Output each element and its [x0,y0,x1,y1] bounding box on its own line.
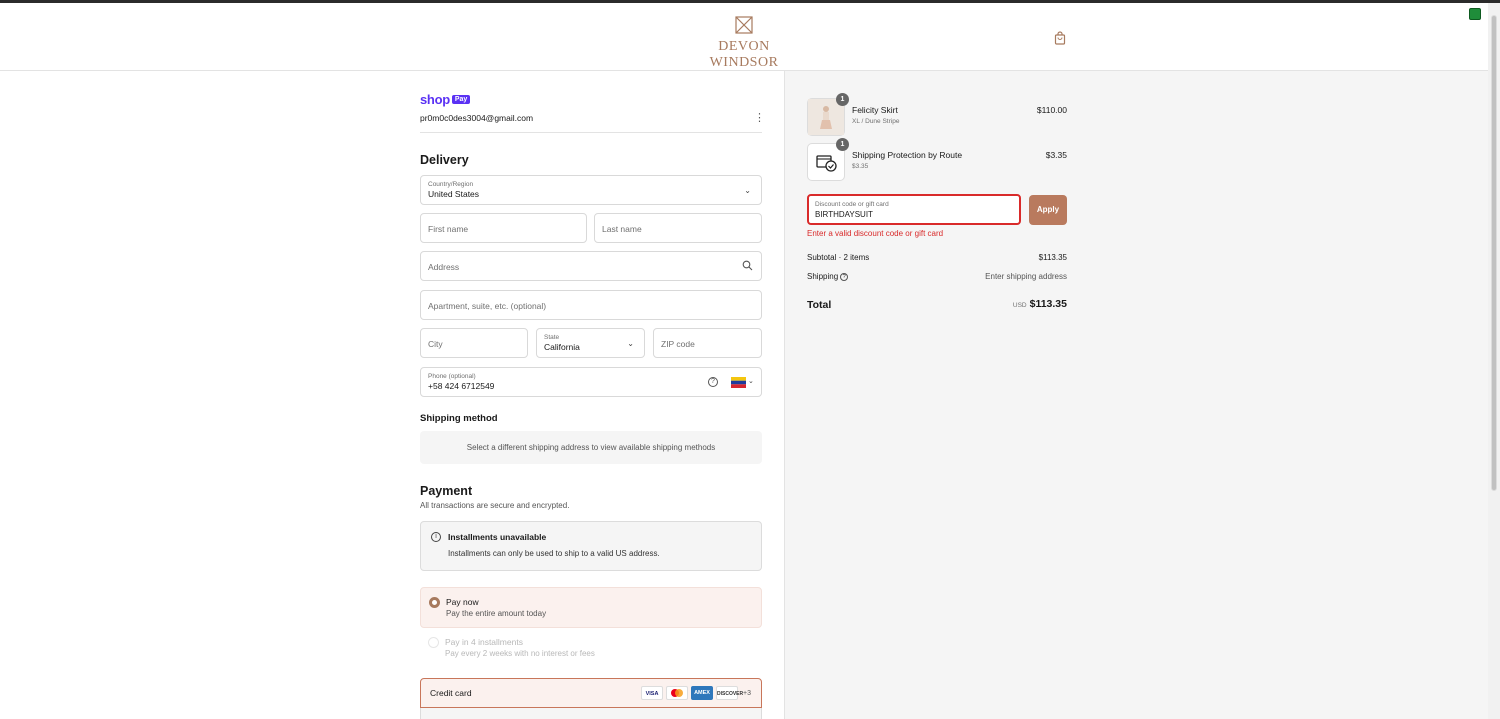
scrollbar-thumb[interactable] [1491,15,1497,491]
line-item: 1 Felicity Skirt XL / Dune Stripe $110.0… [807,93,1067,136]
last-name-placeholder: Last name [602,224,642,234]
phone-value: +58 424 6712549 [428,381,495,391]
help-icon[interactable]: ? [708,377,718,387]
item-variant: XL / Dune Stripe [852,118,900,125]
discount-label: Discount code or gift card [815,201,889,208]
discount-error: Enter a valid discount code or gift card [807,229,944,238]
state-label: State [544,334,560,341]
option-title: Pay now [446,597,479,607]
notice-body: Installments can only be used to ship to… [448,549,660,558]
radio-disabled [428,637,439,648]
country-value: United States [428,189,480,199]
apartment-placeholder: Apartment, suite, etc. (optional) [428,301,547,311]
notice-title: Installments unavailable [448,532,547,542]
item-name: Felicity Skirt [852,105,898,115]
apply-button[interactable]: Apply [1029,195,1067,225]
quantity-badge: 1 [836,93,849,106]
card-fields-area [420,708,762,719]
total-value: $113.35 [1029,298,1067,310]
amex-icon: AMEX [691,686,714,700]
total-label: Total [807,299,832,311]
brand-logo[interactable]: DEVON WINDSOR [686,15,802,71]
page-scrollbar[interactable] [1488,3,1500,719]
installments-notice: i Installments unavailable Installments … [420,521,762,571]
payment-subtitle: All transactions are secure and encrypte… [420,501,570,510]
chevron-down-icon: ⌄ [744,186,751,195]
divider [420,132,762,133]
brand-name: DEVON WINDSOR [709,39,779,70]
shopping-bag-icon[interactable] [1054,31,1066,45]
visa-icon: VISA [641,686,664,700]
option-desc: Pay the entire amount today [446,609,547,618]
mastercard-icon [666,686,689,700]
shipping-method-heading: Shipping method [420,413,498,424]
shipping-value: Enter shipping address [985,272,1067,281]
discount-value: BIRTHDAYSUIT [815,210,873,219]
country-label: Country/Region [428,181,474,188]
first-name-field[interactable]: First name [420,213,587,243]
shop-pay-logo[interactable]: shop Pay [420,92,471,107]
phone-label: Phone (optional) [428,373,476,380]
payment-heading: Payment [420,484,473,498]
shop-pay-badge: Pay [451,95,471,104]
discover-icon: DISCOVER [716,686,743,700]
discount-code-input[interactable]: Discount code or gift card BIRTHDAYSUIT [807,194,1021,225]
card-brands: VISA AMEX DISCOVER +3 [641,686,751,700]
last-name-field[interactable]: Last name [594,213,762,243]
option-desc: Pay every 2 weeks with no interest or fe… [445,649,595,658]
country-select[interactable]: Country/Region United States ⌄ [420,175,762,205]
item-name: Shipping Protection by Route [852,150,963,160]
help-icon[interactable]: ? [840,272,849,281]
first-name-placeholder: First name [428,224,469,234]
zip-placeholder: ZIP code [661,339,695,349]
zip-field[interactable]: ZIP code [653,328,762,358]
city-field[interactable]: City [420,328,528,358]
shipping-label: Shipping [807,272,839,281]
delivery-heading: Delivery [420,153,469,167]
more-card-brands: +3 [743,689,751,697]
phone-field[interactable]: Phone (optional) +58 424 6712549 ? ⌄ [420,367,762,397]
chevron-down-icon: ⌄ [748,378,754,385]
total-amount: USD $113.35 [1013,298,1067,310]
item-variant: $3.35 [852,163,869,170]
info-icon: i [431,532,441,542]
credit-card-label: Credit card [430,688,472,698]
pay-in-installments-option: Pay in 4 installments Pay every 2 weeks … [420,628,762,669]
search-icon [742,260,753,273]
browser-extension-icon[interactable] [1469,8,1481,20]
shop-word: shop [420,92,450,107]
currency-code: USD [1012,302,1027,309]
state-select[interactable]: State California ⌄ [536,328,645,358]
site-header: DEVON WINDSOR [0,3,1488,71]
address-field[interactable]: Address [420,251,762,281]
option-title: Pay in 4 installments [445,637,523,647]
subtotal-value: $113.35 [1038,253,1067,262]
quantity-badge: 1 [836,138,849,151]
pay-now-option[interactable]: Pay now Pay the entire amount today [420,587,762,628]
radio-selected[interactable] [429,597,440,608]
item-price: $110.00 [1036,105,1067,115]
shipping-method-message: Select a different shipping address to v… [420,431,762,464]
more-options-icon[interactable]: ⋮ [754,111,765,124]
shipping-row: Shipping? Enter shipping address [807,272,1067,281]
state-value: California [544,342,580,352]
chevron-down-icon: ⌄ [627,339,634,348]
city-placeholder: City [428,339,443,349]
account-email: pr0m0c0des3004@gmail.com [420,113,534,123]
monogram-logo-icon [734,15,754,35]
subtotal-label: Subtotal · 2 items [807,253,870,262]
item-price: $3.35 [1045,150,1067,160]
credit-card-option[interactable]: Credit card VISA AMEX DISCOVER +3 [420,678,762,708]
line-item: 1 Shipping Protection by Route $3.35 $3.… [807,138,1067,181]
venezuela-flag-icon[interactable] [731,377,746,388]
apartment-field[interactable]: Apartment, suite, etc. (optional) [420,290,762,320]
subtotal-row: Subtotal · 2 items $113.35 [807,253,1067,262]
address-placeholder: Address [428,262,460,272]
